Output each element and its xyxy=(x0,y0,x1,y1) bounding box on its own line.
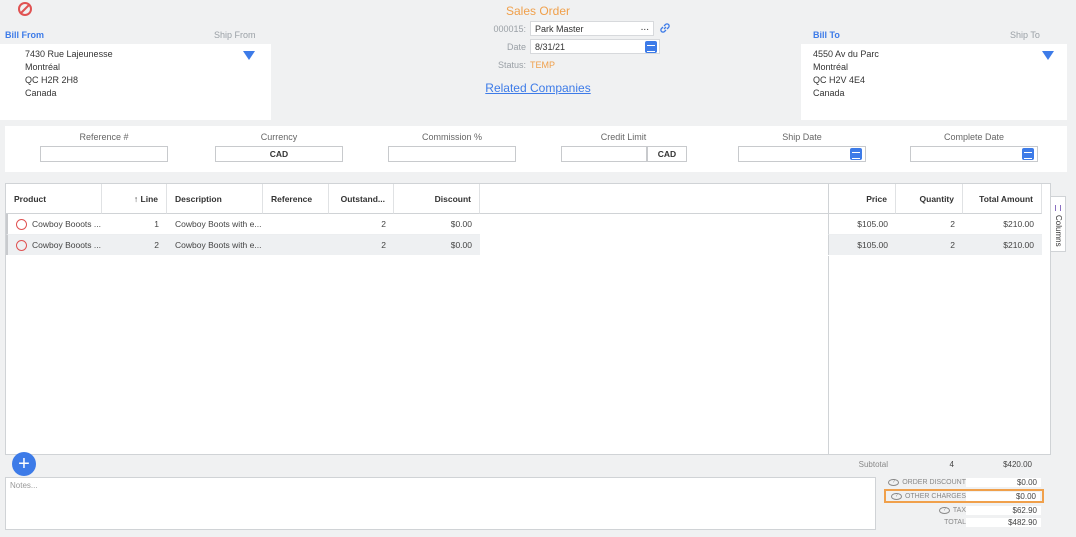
address-line: Canada xyxy=(813,88,845,98)
column-header-discount[interactable]: Discount xyxy=(394,184,480,214)
columns-icon xyxy=(1055,205,1061,211)
description-cell: Cowboy Boots with e... xyxy=(175,240,262,250)
commission-label: Commission % xyxy=(421,132,482,142)
column-header-total[interactable]: Total Amount xyxy=(963,184,1042,214)
address-line: QC H2V 4E4 xyxy=(813,75,866,85)
tax-row: ? TAX $62.90 xyxy=(884,504,1044,516)
reference-cell xyxy=(263,235,329,255)
reference-label: Reference # xyxy=(79,132,129,142)
customer-field[interactable]: Park Master ... xyxy=(530,21,654,36)
outstanding-cell: 2 xyxy=(381,219,386,229)
add-line-button[interactable]: + xyxy=(12,452,36,476)
order-discount-value[interactable]: $0.00 xyxy=(966,477,1041,487)
columns-panel-toggle[interactable]: Columns xyxy=(1051,196,1066,252)
subtotal-quantity: 4 xyxy=(949,460,954,469)
calendar-icon[interactable] xyxy=(850,148,862,160)
reference-cell xyxy=(263,214,329,234)
reference-input[interactable] xyxy=(40,146,168,162)
ship-date-input[interactable] xyxy=(738,146,866,162)
column-header-line[interactable]: ↑ Line xyxy=(102,184,167,214)
help-icon[interactable]: ? xyxy=(888,478,900,486)
description-cell: Cowboy Boots with e... xyxy=(175,219,262,229)
order-discount-row: ? ORDER DISCOUNT $0.00 xyxy=(884,476,1044,488)
tax-value: $62.90 xyxy=(966,505,1041,515)
column-header-description[interactable]: Description xyxy=(167,184,263,214)
other-charges-value[interactable]: $0.00 xyxy=(966,491,1040,501)
remove-row-icon[interactable] xyxy=(16,218,27,230)
more-icon[interactable]: ... xyxy=(641,22,649,33)
totals-panel: ? ORDER DISCOUNT $0.00 ? OTHER CHARGES $… xyxy=(884,476,1044,528)
price-cell: $105.00 xyxy=(857,219,888,229)
order-number: 000015: xyxy=(493,24,526,34)
address-dropdown-icon[interactable] xyxy=(243,51,255,60)
currency-select[interactable]: CAD xyxy=(215,146,343,162)
help-icon[interactable]: ? xyxy=(938,506,950,514)
date-label: Date xyxy=(506,42,526,52)
credit-limit-currency[interactable]: CAD xyxy=(647,146,687,162)
order-fields-panel: Reference # Currency CAD Commission % Cr… xyxy=(5,126,1067,172)
subtotal-value: $420.00 xyxy=(1003,460,1032,469)
page-title: Sales Order xyxy=(505,4,571,18)
columns-label: Columns xyxy=(1054,215,1063,247)
discount-cell: $0.00 xyxy=(450,219,472,229)
line-cell: 1 xyxy=(154,219,159,229)
credit-limit-label: Credit Limit xyxy=(600,132,647,142)
link-icon[interactable] xyxy=(659,22,671,34)
address-line: Montréal xyxy=(25,62,61,72)
address-line: 4550 Av du Parc xyxy=(813,49,879,59)
outstanding-cell: 2 xyxy=(381,240,386,250)
complete-date-input[interactable] xyxy=(910,146,1038,162)
credit-limit-input[interactable] xyxy=(561,146,647,162)
calendar-icon[interactable] xyxy=(645,41,657,53)
total-label: TOTAL xyxy=(944,518,966,526)
column-header-outstanding[interactable]: Outstand... xyxy=(329,184,394,214)
complete-date-label: Complete Date xyxy=(943,132,1005,142)
grid-header-spacer xyxy=(480,184,828,214)
discount-cell: $0.00 xyxy=(450,240,472,250)
tab-bill-from[interactable]: Bill From xyxy=(5,30,44,40)
total-cell: $210.00 xyxy=(1003,219,1034,229)
total-row: TOTAL $482.90 xyxy=(884,516,1044,528)
status-label: Status: xyxy=(497,60,526,70)
table-row-pinned[interactable]: $105.00 2 $210.00 xyxy=(828,235,1042,255)
tab-bill-to[interactable]: Bill To xyxy=(813,30,840,40)
line-cell: 2 xyxy=(154,240,159,250)
address-line: Montréal xyxy=(813,62,849,72)
table-row[interactable]: Cowboy Booots ... 2 Cowboy Boots with e.… xyxy=(6,235,480,255)
address-dropdown-icon[interactable] xyxy=(1042,51,1054,60)
total-cell: $210.00 xyxy=(1003,240,1034,250)
product-cell: Cowboy Booots ... xyxy=(8,214,102,234)
pinned-divider xyxy=(828,256,829,454)
ship-date-label: Ship Date xyxy=(782,132,822,142)
column-header-quantity[interactable]: Quantity xyxy=(896,184,963,214)
calendar-icon[interactable] xyxy=(1022,148,1034,160)
column-header-price[interactable]: Price xyxy=(829,184,896,214)
help-icon[interactable]: ? xyxy=(890,492,902,500)
bill-to-address: 4550 Av du Parc Montréal QC H2V 4E4 Cana… xyxy=(801,44,1067,120)
column-header-reference[interactable]: Reference xyxy=(263,184,329,214)
address-line: 7430 Rue Lajeunesse xyxy=(25,49,113,59)
subtotal-label: Subtotal xyxy=(858,460,888,469)
quantity-cell: 2 xyxy=(950,240,955,250)
column-header-product[interactable]: Product xyxy=(6,184,102,214)
date-field[interactable]: 8/31/21 xyxy=(530,39,660,54)
grid-header-pinned: Price Quantity Total Amount xyxy=(828,184,1042,214)
product-cell: Cowboy Booots ... xyxy=(8,235,102,255)
grid-header: Product ↑ Line Description Reference Out… xyxy=(6,184,480,214)
other-charges-row[interactable]: ? OTHER CHARGES $0.00 xyxy=(884,489,1044,503)
notes-field[interactable]: Notes... xyxy=(5,477,876,530)
quantity-cell: 2 xyxy=(950,219,955,229)
subtotal-row: Subtotal 4 $420.00 xyxy=(822,460,1044,472)
tab-ship-from[interactable]: Ship From xyxy=(214,30,256,40)
total-value: $482.90 xyxy=(966,517,1041,527)
tab-ship-to[interactable]: Ship To xyxy=(1010,30,1040,40)
commission-input[interactable] xyxy=(388,146,516,162)
status-value: TEMP xyxy=(530,60,556,70)
order-lines-grid: Product ↑ Line Description Reference Out… xyxy=(5,183,1051,455)
table-row-pinned[interactable]: $105.00 2 $210.00 xyxy=(828,214,1042,235)
table-row[interactable]: Cowboy Booots ... 1 Cowboy Boots with e.… xyxy=(6,214,480,235)
currency-label: Currency xyxy=(260,132,298,142)
remove-row-icon[interactable] xyxy=(16,239,27,251)
price-cell: $105.00 xyxy=(857,240,888,250)
